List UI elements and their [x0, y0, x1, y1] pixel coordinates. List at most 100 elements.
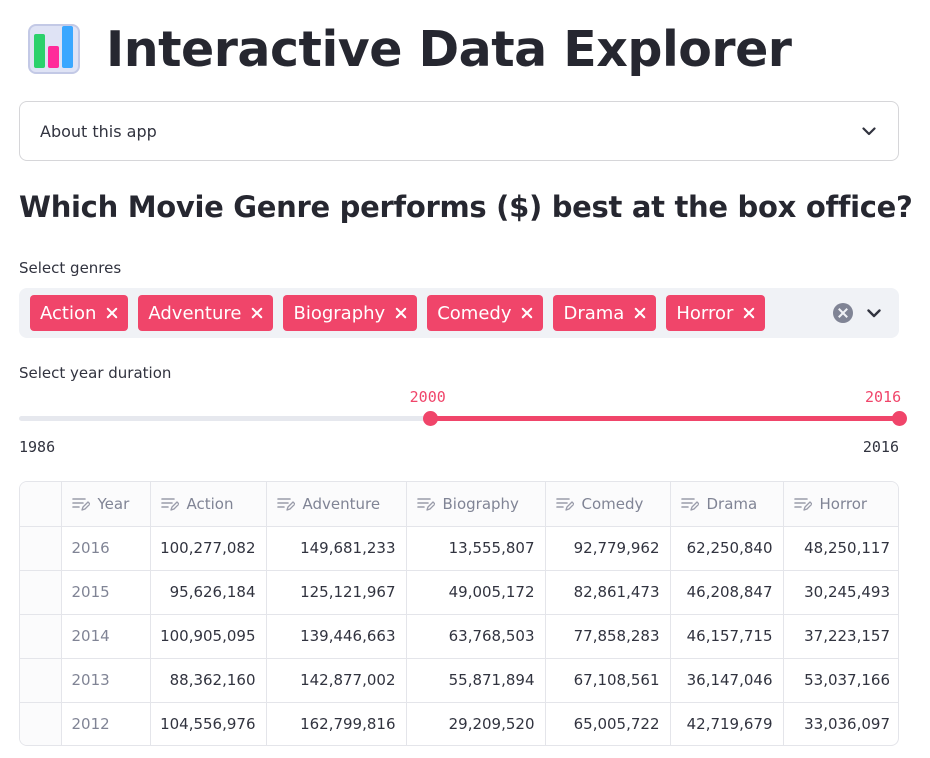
table-cell[interactable]: 53,037,166 — [783, 658, 898, 703]
genre-tag[interactable]: Adventure — [138, 295, 274, 331]
table-cell[interactable]: 82,861,473 — [545, 570, 671, 615]
table-cell[interactable]: 13,555,807 — [406, 526, 546, 571]
slider-low-thumb[interactable] — [422, 411, 438, 426]
column-header-drama[interactable]: Drama — [670, 482, 784, 527]
genre-tag[interactable]: Biography — [283, 295, 418, 331]
row-index-cell — [20, 570, 62, 615]
row-index-header — [20, 482, 62, 527]
remove-tag-icon[interactable] — [395, 307, 407, 319]
table-row[interactable]: 2015 95,626,184 125,121,967 49,005,172 82,86… — [20, 570, 898, 615]
table-cell[interactable]: 55,871,894 — [406, 658, 546, 703]
table-cell[interactable]: 29,209,520 — [406, 702, 546, 745]
slider-track-fill — [429, 416, 899, 421]
column-header-label: Comedy — [581, 494, 644, 513]
genre-tag-label: Comedy — [437, 302, 512, 324]
chevron-down-icon[interactable] — [865, 304, 883, 322]
table-cell[interactable]: 48,250,117 — [783, 526, 898, 571]
table-cell[interactable]: 139,446,663 — [266, 614, 407, 659]
genre-tag[interactable]: Action — [30, 295, 129, 331]
table-cell[interactable]: 30,245,493 — [783, 570, 898, 615]
app-header: Interactive Data Explorer — [26, 14, 792, 84]
text-column-icon — [793, 497, 812, 511]
table-cell[interactable]: 149,681,233 — [266, 526, 407, 571]
table-cell[interactable]: 46,157,715 — [670, 614, 784, 659]
table-cell[interactable]: 46,208,847 — [670, 570, 784, 615]
genre-tag-label: Adventure — [148, 302, 242, 324]
row-index-cell — [20, 614, 62, 659]
genre-tag-label: Horror — [676, 302, 734, 324]
column-header-label: Action — [186, 494, 234, 513]
column-header-label: Year — [97, 494, 130, 513]
genre-tag[interactable]: Drama — [553, 295, 657, 331]
remove-tag-icon[interactable] — [634, 307, 646, 319]
about-expander[interactable]: About this app — [19, 101, 899, 161]
bar-chart-icon — [26, 20, 84, 78]
table-cell[interactable]: 100,277,082 — [150, 526, 267, 571]
text-column-icon — [71, 497, 90, 511]
table-cell[interactable]: 2016 — [61, 526, 151, 571]
expander-label: About this app — [40, 121, 157, 141]
slider-min-label: 1986 — [19, 438, 56, 456]
table-cell[interactable]: 142,877,002 — [266, 658, 407, 703]
table-row[interactable]: 2014 100,905,095 139,446,663 63,768,503 77,8… — [20, 614, 898, 659]
table-cell[interactable]: 100,905,095 — [150, 614, 267, 659]
table-cell[interactable]: 36,147,046 — [670, 658, 784, 703]
table-cell[interactable]: 42,719,679 — [670, 702, 784, 745]
remove-tag-icon[interactable] — [521, 307, 533, 319]
text-column-icon — [160, 497, 179, 511]
clear-all-icon[interactable] — [833, 303, 853, 323]
years-label: Select year duration — [19, 364, 172, 382]
table-cell[interactable]: 67,108,561 — [545, 658, 671, 703]
year-range-slider[interactable]: 2000 2016 1986 2016 — [19, 388, 909, 458]
table-cell[interactable]: 62,250,840 — [670, 526, 784, 571]
remove-tag-icon[interactable] — [106, 307, 118, 319]
text-column-icon — [416, 497, 435, 511]
slider-high-thumb[interactable] — [892, 411, 907, 426]
page-title: Interactive Data Explorer — [106, 20, 792, 78]
table-cell[interactable]: 2015 — [61, 570, 151, 615]
table-cell[interactable]: 104,556,976 — [150, 702, 267, 745]
column-header-label: Horror — [819, 494, 868, 513]
column-header-year[interactable]: Year — [61, 482, 151, 527]
table-row[interactable]: 2013 88,362,160 142,877,002 55,871,894 67,10… — [20, 658, 898, 703]
table-cell[interactable]: 162,799,816 — [266, 702, 407, 745]
slider-high-value: 2016 — [865, 388, 902, 406]
table-cell[interactable]: 125,121,967 — [266, 570, 407, 615]
chevron-down-icon[interactable] — [860, 122, 878, 140]
row-index-cell — [20, 702, 62, 745]
column-header-action[interactable]: Action — [150, 482, 267, 527]
column-header-horror[interactable]: Horror — [783, 482, 898, 527]
table-cell[interactable]: 33,036,097 — [783, 702, 898, 745]
text-column-icon — [276, 497, 295, 511]
genre-tag[interactable]: Comedy — [427, 295, 544, 331]
table-cell[interactable]: 92,779,962 — [545, 526, 671, 571]
text-column-icon — [680, 497, 699, 511]
remove-tag-icon[interactable] — [251, 307, 263, 319]
genre-tag-label: Biography — [293, 302, 386, 324]
table-cell[interactable]: 95,626,184 — [150, 570, 267, 615]
section-heading: Which Movie Genre performs ($) best at t… — [19, 190, 913, 224]
data-table[interactable]: Year Action Adventure Biography Comedy Drama H… — [19, 481, 899, 746]
table-cell[interactable]: 2013 — [61, 658, 151, 703]
column-header-adventure[interactable]: Adventure — [266, 482, 407, 527]
table-cell[interactable]: 49,005,172 — [406, 570, 546, 615]
table-cell[interactable]: 2014 — [61, 614, 151, 659]
table-row[interactable]: 2012 104,556,976 162,799,816 29,209,520 65,0… — [20, 702, 898, 745]
table-cell[interactable]: 77,858,283 — [545, 614, 671, 659]
genres-multiselect[interactable]: Action Adventure Biography Comedy Drama Horro… — [19, 288, 899, 338]
table-cell[interactable]: 2012 — [61, 702, 151, 745]
table-cell[interactable]: 88,362,160 — [150, 658, 267, 703]
column-header-label: Adventure — [302, 494, 381, 513]
column-header-comedy[interactable]: Comedy — [545, 482, 671, 527]
table-cell[interactable]: 65,005,722 — [545, 702, 671, 745]
genre-tag[interactable]: Horror — [666, 295, 766, 331]
table-row[interactable]: 2016 100,277,082 149,681,233 13,555,807 92,7… — [20, 526, 898, 571]
row-index-cell — [20, 526, 62, 571]
row-index-cell — [20, 658, 62, 703]
genres-label: Select genres — [19, 259, 122, 277]
table-cell[interactable]: 37,223,157 — [783, 614, 898, 659]
table-cell[interactable]: 63,768,503 — [406, 614, 546, 659]
column-header-biography[interactable]: Biography — [406, 482, 546, 527]
remove-tag-icon[interactable] — [743, 307, 755, 319]
genre-tag-label: Drama — [563, 302, 625, 324]
